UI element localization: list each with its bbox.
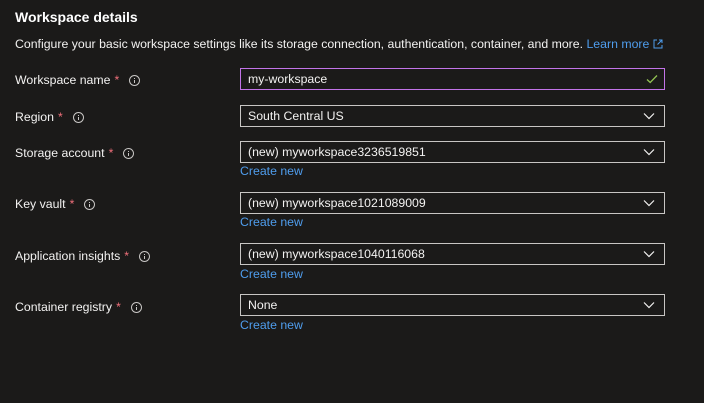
key-vault-create-new-link[interactable]: Create new [240, 215, 303, 229]
storage-account-label-text: Storage account [15, 146, 105, 160]
learn-more-link[interactable]: Learn more [586, 37, 663, 51]
section-description: Configure your basic workspace settings … [15, 37, 663, 52]
storage-account-create-new-link[interactable]: Create new [240, 164, 303, 178]
application-insights-label-text: Application insights [15, 249, 121, 263]
storage-account-dropdown[interactable]: (new) myworkspace3236519851 [240, 141, 665, 163]
region-label-text: Region [15, 110, 54, 124]
chevron-down-icon [643, 302, 655, 309]
info-icon[interactable] [123, 147, 135, 159]
info-icon[interactable] [139, 250, 151, 262]
chevron-down-icon [643, 113, 655, 120]
required-marker: * [57, 110, 63, 124]
container-registry-label-text: Container registry [15, 300, 113, 314]
info-icon[interactable] [72, 111, 84, 123]
workspace-name-value: my-workspace [248, 72, 328, 86]
key-vault-value: (new) myworkspace1021089009 [248, 196, 426, 210]
workspace-name-input[interactable]: my-workspace [240, 68, 665, 90]
workspace-name-label: Workspace name * [15, 73, 141, 87]
storage-account-label: Storage account * [15, 146, 135, 160]
required-marker: * [69, 197, 75, 211]
application-insights-create-new-link[interactable]: Create new [240, 267, 303, 281]
learn-more-label: Learn more [586, 37, 650, 51]
chevron-down-icon [643, 200, 655, 207]
required-marker: * [108, 146, 114, 160]
region-value: South Central US [248, 109, 344, 123]
external-link-icon [653, 38, 663, 52]
info-icon[interactable] [84, 198, 96, 210]
required-marker: * [124, 249, 130, 263]
workspace-details-panel: Workspace details Configure your basic w… [0, 0, 704, 403]
chevron-down-icon [643, 251, 655, 258]
region-dropdown[interactable]: South Central US [240, 105, 665, 127]
check-icon [646, 75, 658, 84]
application-insights-value: (new) myworkspace1040116068 [248, 247, 425, 261]
required-marker: * [114, 73, 120, 87]
region-label: Region * [15, 110, 84, 124]
container-registry-dropdown[interactable]: None [240, 294, 665, 316]
chevron-down-icon [643, 149, 655, 156]
container-registry-create-new-link[interactable]: Create new [240, 318, 303, 332]
info-icon[interactable] [129, 74, 141, 86]
key-vault-dropdown[interactable]: (new) myworkspace1021089009 [240, 192, 665, 214]
section-title: Workspace details [15, 9, 138, 25]
application-insights-label: Application insights * [15, 249, 151, 263]
key-vault-label-text: Key vault [15, 197, 66, 211]
storage-account-value: (new) myworkspace3236519851 [248, 145, 426, 159]
required-marker: * [116, 300, 121, 314]
container-registry-value: None [248, 298, 278, 312]
container-registry-label: Container registry * [15, 300, 142, 314]
info-icon[interactable] [130, 301, 142, 313]
description-text: Configure your basic workspace settings … [15, 37, 584, 51]
application-insights-dropdown[interactable]: (new) myworkspace1040116068 [240, 243, 665, 265]
workspace-name-label-text: Workspace name [15, 73, 111, 87]
key-vault-label: Key vault * [15, 197, 96, 211]
